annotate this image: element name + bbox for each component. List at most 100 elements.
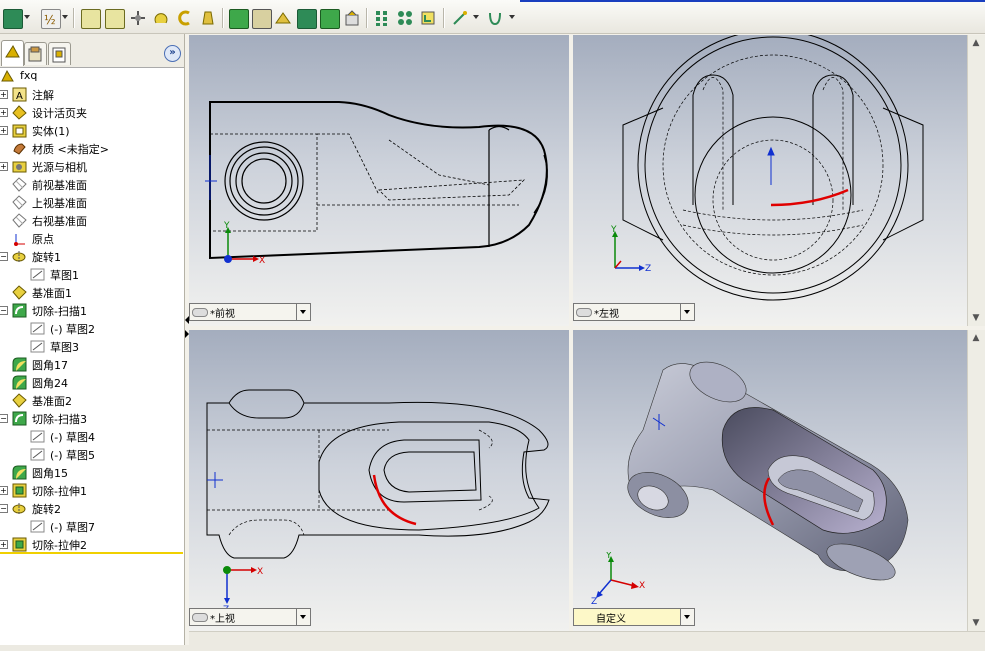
zoom-area-icon[interactable]	[105, 9, 125, 29]
tree-item[interactable]: 基准面2	[0, 392, 184, 410]
roll-icon[interactable]	[176, 9, 194, 27]
front-view-selector[interactable]: *前视	[189, 303, 311, 321]
tree-item-label: 右视基准面	[32, 215, 87, 228]
tree-item[interactable]: fxq	[0, 68, 184, 86]
expand-icon[interactable]: +	[0, 486, 8, 495]
tree-item[interactable]: + 光源与相机	[0, 158, 184, 176]
tree-item[interactable]: + 实体(1)	[0, 122, 184, 140]
svg-text:A: A	[16, 91, 23, 102]
viewport-splitter-vertical[interactable]	[569, 35, 573, 631]
tree-item[interactable]: 圆角17	[0, 356, 184, 374]
expand-icon[interactable]: +	[0, 540, 8, 549]
front-view-dropdown-icon[interactable]	[296, 304, 310, 320]
tree-item[interactable]: 圆角24	[0, 374, 184, 392]
link-views-icon[interactable]	[192, 308, 208, 317]
swept-cut-icon	[12, 303, 27, 318]
left-view-dropdown-icon[interactable]	[680, 304, 694, 320]
scroll-down-icon[interactable]: ▼	[969, 616, 983, 630]
horizontal-scrollbar[interactable]	[189, 631, 985, 646]
viewport-left[interactable]: Y Z *左视 ▲ ▼	[573, 35, 985, 326]
display-style-dropdown-icon[interactable]	[62, 15, 68, 19]
panel-expand-button[interactable]: »	[164, 45, 181, 62]
tree-item[interactable]: (-) 草图5	[0, 446, 184, 464]
configurationmanager-tab[interactable]	[48, 42, 71, 65]
tree-item[interactable]: 右视基准面	[0, 212, 184, 230]
swept-cut-icon	[12, 411, 27, 426]
grid-icon[interactable]	[343, 9, 361, 27]
tree-item[interactable]: (-) 草图4	[0, 428, 184, 446]
viewport-custom[interactable]: Y X Z 自定义 ▲ ▼	[573, 330, 985, 631]
lighting-icon[interactable]	[199, 9, 217, 27]
tree-item[interactable]: 草图3	[0, 338, 184, 356]
normal-to-icon[interactable]	[297, 9, 317, 29]
tree-item-label: 基准面1	[32, 287, 72, 300]
left-triad: Y Z	[610, 225, 651, 273]
scroll-down-icon[interactable]: ▼	[969, 311, 983, 325]
left-view-selector[interactable]: *左视	[573, 303, 695, 321]
expand-icon[interactable]: +	[0, 108, 8, 117]
sketch-icon[interactable]	[396, 9, 414, 27]
scroll-up-icon[interactable]: ▲	[969, 36, 983, 50]
features-dropdown-icon[interactable]	[509, 15, 515, 19]
hidden-lines-icon[interactable]	[252, 9, 272, 29]
tree-item[interactable]: 基准面1	[0, 284, 184, 302]
tree-item-label: 旋转1	[32, 251, 61, 264]
top-view-selector[interactable]: *上视	[189, 608, 311, 626]
custom-view-dropdown-icon[interactable]	[680, 609, 694, 625]
link-views-icon[interactable]	[576, 308, 592, 317]
tree-item[interactable]: − 切除-扫描1	[0, 302, 184, 320]
zoom-to-fit-icon[interactable]	[81, 9, 101, 29]
scroll-up-icon[interactable]: ▲	[969, 331, 983, 345]
view-orientation-icon[interactable]	[3, 9, 23, 29]
tree-item[interactable]: − 切除-扫描3	[0, 410, 184, 428]
top-view-dropdown-icon[interactable]	[296, 609, 310, 625]
tree-item[interactable]: − 旋转1	[0, 248, 184, 266]
tree-item[interactable]: 材质 <未指定>	[0, 140, 184, 158]
rollback-bar[interactable]	[0, 552, 183, 554]
tree-item[interactable]: 草图1	[0, 266, 184, 284]
pan-icon[interactable]	[129, 9, 147, 27]
rotate-icon[interactable]	[152, 9, 170, 27]
tree-item[interactable]: + 切除-拉伸1	[0, 482, 184, 500]
tree-item-label: 注解	[32, 89, 54, 102]
featuremanager-tab[interactable]	[1, 40, 24, 66]
view-orientation-dropdown-icon[interactable]	[24, 15, 30, 19]
custom-view-selector[interactable]: 自定义	[573, 608, 695, 626]
collapse-icon[interactable]: −	[0, 414, 8, 423]
collapse-icon[interactable]: −	[0, 306, 8, 315]
propertymanager-tab[interactable]	[24, 42, 47, 65]
display-style-icon[interactable]: ½	[41, 9, 61, 29]
curves-dropdown-icon[interactable]	[473, 15, 479, 19]
viewport-front[interactable]: Y X *前视	[189, 35, 569, 326]
reference-geometry-icon[interactable]	[419, 9, 437, 27]
collapse-icon[interactable]: −	[0, 504, 8, 513]
tree-item[interactable]: 圆角15	[0, 464, 184, 482]
tree-item[interactable]: + A 注解	[0, 86, 184, 104]
tree-item[interactable]: 前视基准面	[0, 176, 184, 194]
standard-views-icon[interactable]	[373, 9, 391, 27]
custom-view-scrollbar[interactable]: ▲ ▼	[967, 330, 985, 631]
curves-icon[interactable]	[451, 9, 469, 27]
tree-item[interactable]: (-) 草图7	[0, 518, 184, 536]
view-selector-icon[interactable]	[320, 9, 340, 29]
expand-icon[interactable]: +	[0, 90, 8, 99]
expand-icon[interactable]: +	[0, 126, 8, 135]
tree-item[interactable]: 上视基准面	[0, 194, 184, 212]
collapse-icon[interactable]: −	[0, 252, 8, 261]
tree-item[interactable]: − 旋转2	[0, 500, 184, 518]
features-icon[interactable]	[486, 9, 504, 27]
section-view-icon[interactable]	[274, 9, 292, 27]
expand-icon[interactable]: +	[0, 162, 8, 171]
viewport-top[interactable]: Z X *上视	[189, 330, 569, 631]
tree-item-label: 切除-扫描3	[32, 413, 87, 426]
tree-item[interactable]: (-) 草图2	[0, 320, 184, 338]
viewport-splitter-horizontal[interactable]	[189, 326, 985, 330]
tree-item[interactable]: + 设计活页夹	[0, 104, 184, 122]
left-view-scrollbar[interactable]: ▲ ▼	[967, 35, 985, 326]
extruded-cut-icon	[12, 537, 27, 552]
shaded-icon[interactable]	[229, 9, 249, 29]
tree-item[interactable]: 原点	[0, 230, 184, 248]
sketch-icon	[30, 429, 45, 444]
link-views-icon[interactable]	[192, 613, 208, 622]
plane-icon	[12, 213, 27, 228]
